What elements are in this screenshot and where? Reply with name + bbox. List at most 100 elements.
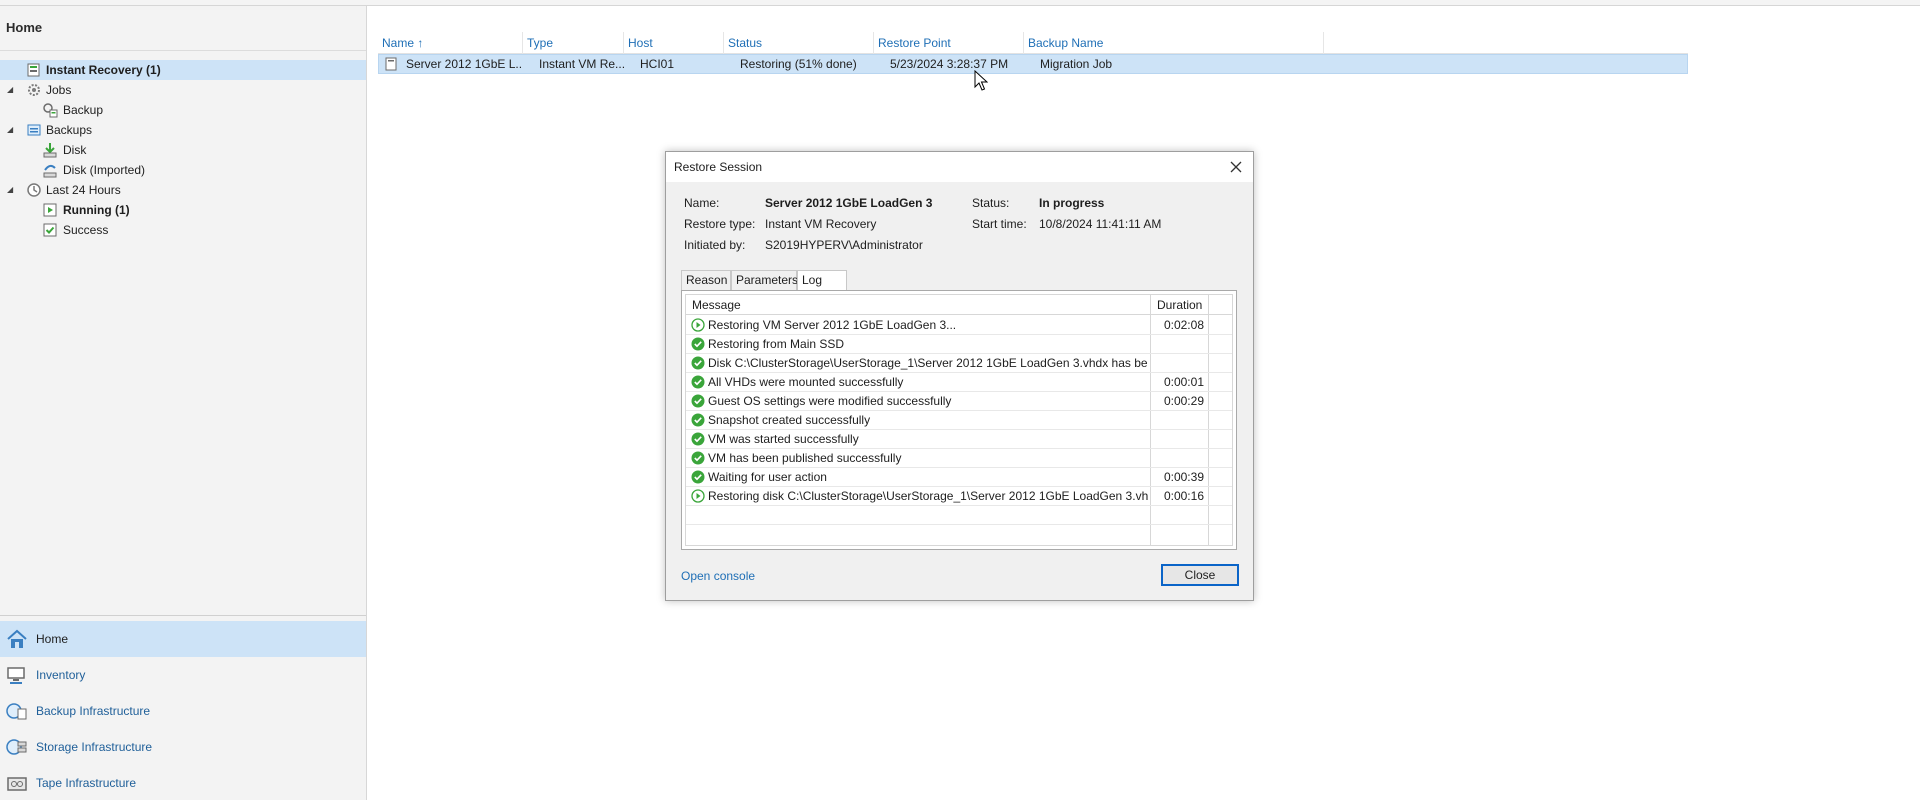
column-header-restore-point[interactable]: Restore Point: [874, 32, 1024, 54]
tree-item-disk-imported[interactable]: Disk (Imported): [0, 160, 366, 180]
tree-item-label: Instant Recovery (1): [46, 63, 161, 77]
close-button[interactable]: Close: [1161, 564, 1239, 586]
success-check-icon: [691, 432, 705, 446]
column-header-backup-name[interactable]: Backup Name: [1024, 32, 1324, 54]
tree-item-label: Success: [63, 223, 109, 237]
backup-infrastructure-icon: [6, 703, 27, 720]
column-header-name[interactable]: Name ↑: [378, 32, 523, 54]
tree-item-backups[interactable]: ◢ Backups: [0, 120, 366, 140]
column-header-duration[interactable]: Duration: [1157, 298, 1202, 312]
tree-item-backup[interactable]: Backup: [0, 100, 366, 120]
disk-imported-icon: [43, 164, 57, 178]
vm-icon: [385, 57, 397, 71]
log-duration: 0:00:01: [1163, 375, 1204, 389]
tree-item-label: Last 24 Hours: [46, 183, 121, 197]
bottom-nav: Home Inventory Backup Infrastructure Sto…: [0, 621, 366, 800]
log-message: VM was started successfully: [708, 432, 859, 446]
log-row[interactable]: Restoring VM Server 2012 1GbE LoadGen 3.…: [686, 316, 1232, 335]
grid-header: Name ↑ Type Host Status Restore Point Ba…: [378, 32, 1688, 54]
nav-label: Inventory: [36, 668, 86, 682]
initiated-by-value: S2019HYPERV\Administrator: [765, 238, 923, 252]
tree-item-label: Backups: [46, 123, 93, 137]
start-time-label: Start time:: [972, 217, 1027, 231]
cell-status: Restoring (51% done): [740, 57, 857, 71]
tree-item-jobs[interactable]: ◢ Jobs: [0, 80, 366, 100]
column-header-message[interactable]: Message: [692, 298, 741, 312]
cell-name: Server 2012 1GbE L...: [406, 57, 521, 71]
nav-divider: [0, 50, 366, 51]
restore-type-value: Instant VM Recovery: [765, 217, 877, 231]
log-row[interactable]: Guest OS settings were modified successf…: [686, 392, 1232, 411]
log-message: Guest OS settings were modified successf…: [708, 394, 952, 408]
column-header-host[interactable]: Host: [624, 32, 724, 54]
tree-item-label: Disk (Imported): [63, 163, 146, 177]
storage-infrastructure-icon: [6, 739, 27, 755]
tab-reason[interactable]: Reason: [681, 270, 731, 290]
log-message: Snapshot created successfully: [708, 413, 871, 427]
cell-backup-name: Migration Job: [1040, 57, 1113, 71]
restore-session-dialog: Restore Session Name: Server 2012 1GbE L…: [665, 151, 1254, 601]
success-check-icon: [691, 413, 705, 427]
log-list[interactable]: Message Duration Restoring VM Server 201…: [685, 294, 1233, 546]
log-message: Restoring VM Server 2012 1GbE LoadGen 3.…: [708, 318, 957, 332]
tab-log[interactable]: Log: [797, 270, 847, 291]
log-message: Restoring from Main SSD: [708, 337, 845, 351]
cell-type: Instant VM Re...: [539, 57, 624, 71]
tree-item-label: Running (1): [63, 203, 130, 217]
backup-job-icon: [43, 103, 58, 118]
success-check-icon: [691, 394, 705, 408]
log-row[interactable]: Waiting for user action 0:00:39: [686, 468, 1232, 487]
sort-ascending-icon: ↑: [417, 36, 424, 50]
log-row[interactable]: VM has been published successfully: [686, 449, 1232, 468]
navigation-pane: Home Instant Recovery (1) ◢ Jobs Backup …: [0, 6, 367, 800]
column-header-status[interactable]: Status: [724, 32, 874, 54]
log-row[interactable]: Snapshot created successfully: [686, 411, 1232, 430]
nav-storage-infrastructure[interactable]: Storage Infrastructure: [0, 729, 366, 765]
bottom-nav-divider: [0, 615, 366, 616]
close-icon[interactable]: [1227, 158, 1245, 176]
disk-icon: [43, 143, 57, 158]
success-icon: [43, 223, 57, 237]
tree-item-running[interactable]: Running (1): [0, 200, 366, 220]
running-status-icon: [691, 489, 705, 503]
log-message: VM has been published successfully: [708, 451, 902, 465]
log-row[interactable]: VM was started successfully: [686, 430, 1232, 449]
log-row[interactable]: Restoring from Main SSD: [686, 335, 1232, 354]
nav-inventory[interactable]: Inventory: [0, 657, 366, 693]
table-row[interactable]: Server 2012 1GbE L... Instant VM Re... H…: [378, 54, 1688, 74]
mouse-cursor-icon: [974, 70, 988, 91]
nav-home[interactable]: Home: [0, 621, 366, 657]
running-status-icon: [691, 318, 705, 332]
backups-icon: [27, 124, 41, 136]
log-row[interactable]: Disk C:\ClusterStorage\UserStorage_1\Ser…: [686, 354, 1232, 373]
tab-parameters[interactable]: Parameters: [731, 270, 798, 290]
success-check-icon: [691, 337, 705, 351]
success-check-icon: [691, 356, 705, 370]
log-row[interactable]: Restoring disk C:\ClusterStorage\UserSto…: [686, 487, 1232, 506]
tree-item-success[interactable]: Success: [0, 220, 366, 240]
column-label: Name: [382, 36, 415, 50]
tape-infrastructure-icon: [7, 777, 27, 791]
tree-item-instant-recovery[interactable]: Instant Recovery (1): [0, 60, 366, 80]
cell-host: HCI01: [640, 57, 675, 71]
nav-label: Home: [36, 632, 69, 646]
tree-item-last-24-hours[interactable]: ◢ Last 24 Hours: [0, 180, 366, 200]
nav-backup-infrastructure[interactable]: Backup Infrastructure: [0, 693, 366, 729]
success-check-icon: [691, 375, 705, 389]
log-row-empty: [686, 525, 1232, 544]
tree-item-label: Backup: [63, 103, 104, 117]
open-console-link[interactable]: Open console: [681, 569, 755, 583]
log-row-empty: [686, 506, 1232, 525]
expand-arrow-icon[interactable]: ◢: [7, 126, 15, 134]
instant-recovery-icon: [27, 63, 40, 77]
expand-arrow-icon[interactable]: ◢: [7, 186, 15, 194]
tree-item-disk[interactable]: Disk: [0, 140, 366, 160]
column-header-type[interactable]: Type: [523, 32, 624, 54]
log-row[interactable]: All VHDs were mounted successfully 0:00:…: [686, 373, 1232, 392]
expand-arrow-icon[interactable]: ◢: [7, 86, 15, 94]
nav-label: Storage Infrastructure: [36, 740, 153, 754]
dialog-titlebar[interactable]: Restore Session: [666, 152, 1253, 182]
log-duration: 0:00:16: [1163, 489, 1204, 503]
nav-header: Home: [6, 20, 43, 35]
nav-tape-infrastructure[interactable]: Tape Infrastructure: [0, 765, 366, 800]
